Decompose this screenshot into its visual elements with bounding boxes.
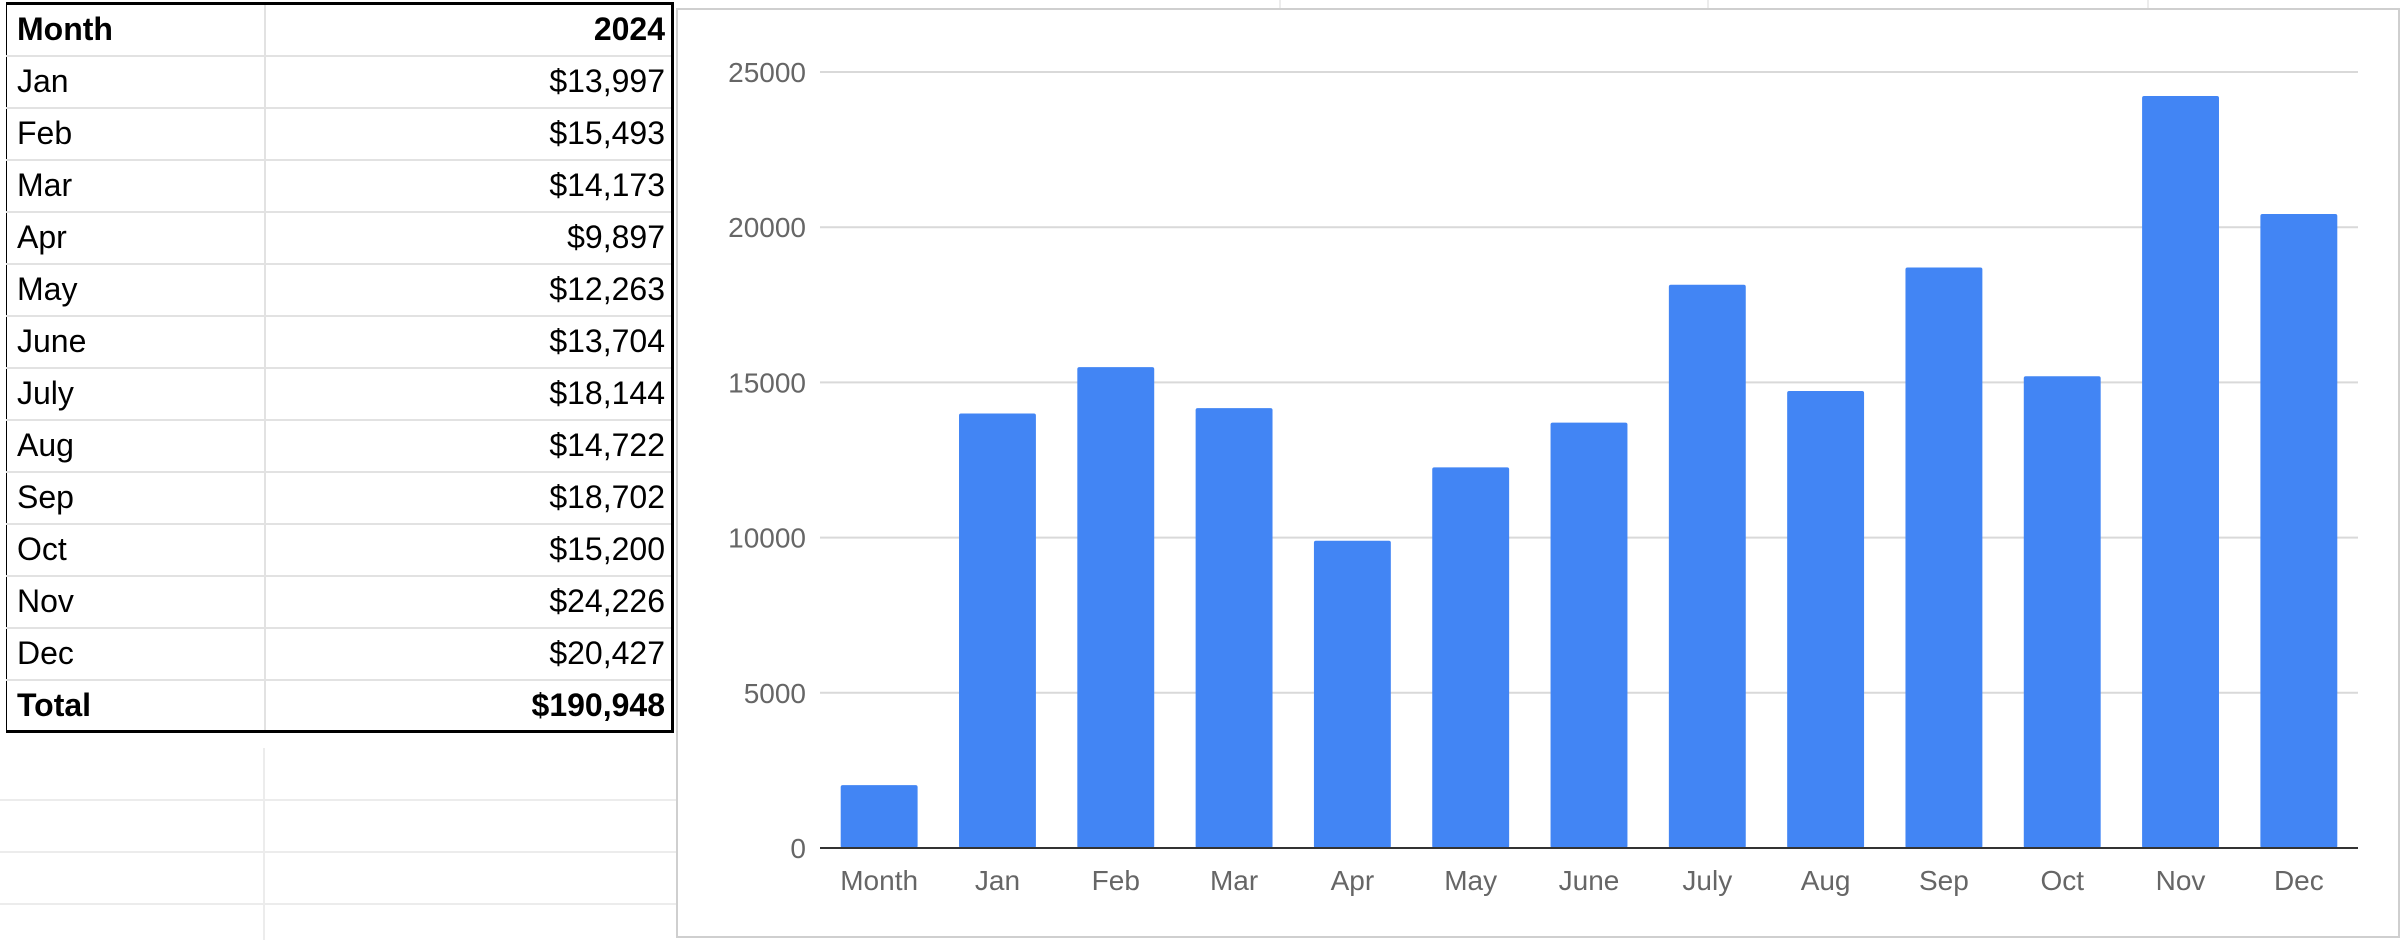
value-cell[interactable]: $14,722 [263, 418, 674, 473]
value-cell[interactable]: $18,702 [263, 470, 674, 525]
table-row: Nov $24,226 [6, 574, 674, 629]
x-tick-label: Nov [2156, 865, 2206, 896]
x-tick-label: Sep [1919, 865, 1969, 896]
y-tick-label: 0 [790, 833, 806, 864]
sales-table: Month 2024 Jan $13,997 Feb $15,493 Mar $14,17… [6, 2, 674, 733]
bar [1432, 467, 1510, 848]
bar [1787, 391, 1865, 848]
x-tick-label: Feb [1092, 865, 1140, 896]
bar [2142, 96, 2219, 848]
x-tick-label: Aug [1801, 865, 1851, 896]
table-row: May $12,263 [6, 262, 674, 317]
month-cell[interactable]: Aug [6, 418, 266, 473]
value-cell[interactable]: $15,493 [263, 106, 674, 161]
bar [1550, 422, 1628, 848]
total-value-cell[interactable]: $190,948 [263, 678, 674, 733]
month-cell[interactable]: May [6, 262, 266, 317]
value-cell[interactable]: $24,226 [263, 574, 674, 629]
table-row: Jan $13,997 [6, 54, 674, 109]
y-tick-label: 15000 [728, 367, 806, 398]
bar-chart[interactable]: 0 5000 10000 15000 20000 25000 Month Jan Feb Mar A… [676, 8, 2400, 938]
month-cell[interactable]: Feb [6, 106, 266, 161]
bar [1077, 367, 1155, 848]
bar [1313, 540, 1391, 848]
x-tick-label: July [1682, 865, 1732, 896]
bar [959, 413, 1036, 848]
month-cell[interactable]: Apr [6, 210, 266, 265]
month-cell[interactable]: Mar [6, 158, 266, 213]
table-header-row: Month 2024 [6, 2, 674, 57]
table-row: Aug $14,722 [6, 418, 674, 473]
x-tick-label: Jan [975, 865, 1020, 896]
y-tick-label: 20000 [728, 212, 806, 243]
month-cell[interactable]: July [6, 366, 266, 421]
table-row: Apr $9,897 [6, 210, 674, 265]
value-cell[interactable]: $13,997 [263, 54, 674, 109]
y-tick-label: 10000 [728, 523, 806, 554]
month-cell[interactable]: Jan [6, 54, 266, 109]
bar [1195, 408, 1273, 848]
bar [840, 785, 918, 848]
x-tick-label: June [1559, 865, 1620, 896]
bar [2023, 376, 2101, 848]
x-tick-label: Oct [2040, 865, 2084, 896]
table-total-row: Total $190,948 [6, 678, 674, 733]
value-cell[interactable]: $12,263 [263, 262, 674, 317]
header-year-cell[interactable]: 2024 [263, 2, 674, 57]
sales-table-container: Month 2024 Jan $13,997 Feb $15,493 Mar $14,17… [6, 2, 674, 733]
value-cell[interactable]: $20,427 [263, 626, 674, 681]
value-cell[interactable]: $18,144 [263, 366, 674, 421]
month-cell[interactable]: Dec [6, 626, 266, 681]
y-tick-label: 5000 [744, 678, 806, 709]
y-tick-label: 25000 [728, 57, 806, 88]
total-label-cell[interactable]: Total [6, 678, 266, 733]
value-cell[interactable]: $15,200 [263, 522, 674, 577]
bar [2260, 213, 2338, 848]
bar [1905, 267, 1983, 848]
table-row: Sep $18,702 [6, 470, 674, 525]
table-row: Oct $15,200 [6, 522, 674, 577]
value-cell[interactable]: $9,897 [263, 210, 674, 265]
x-tick-label: Apr [1331, 865, 1375, 896]
header-month-cell[interactable]: Month [6, 2, 266, 57]
table-row: Feb $15,493 [6, 106, 674, 161]
month-cell[interactable]: Sep [6, 470, 266, 525]
value-cell[interactable]: $14,173 [263, 158, 674, 213]
month-cell[interactable]: Nov [6, 574, 266, 629]
x-tick-label: Month [840, 865, 918, 896]
bar [1668, 284, 1746, 848]
table-row: June $13,704 [6, 314, 674, 369]
table-row: Dec $20,427 [6, 626, 674, 681]
month-cell[interactable]: Oct [6, 522, 266, 577]
x-tick-label: Mar [1210, 865, 1258, 896]
month-cell[interactable]: June [6, 314, 266, 369]
value-cell[interactable]: $13,704 [263, 314, 674, 369]
bar-chart-svg: 0 5000 10000 15000 20000 25000 Month Jan Feb Mar A… [728, 57, 2358, 896]
table-row: July $18,144 [6, 366, 674, 421]
x-tick-label: May [1444, 865, 1497, 896]
x-tick-label: Dec [2274, 865, 2324, 896]
table-row: Mar $14,173 [6, 158, 674, 213]
